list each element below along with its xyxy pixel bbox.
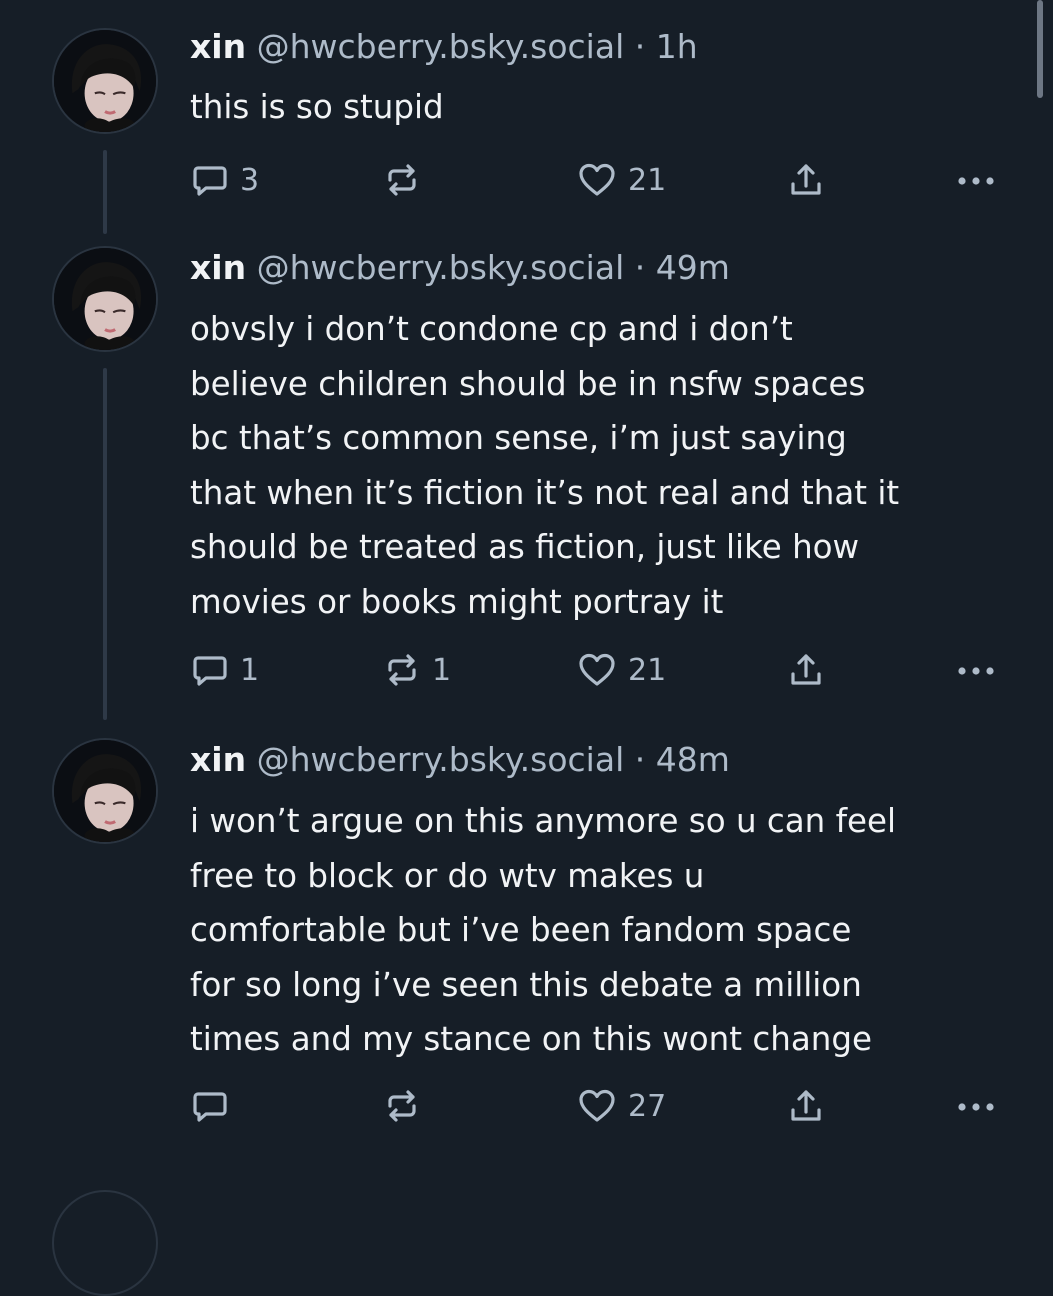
text-line: bc that’s common sense, i’m just saying bbox=[190, 419, 847, 457]
share-upload-icon bbox=[791, 164, 821, 195]
avatar[interactable] bbox=[52, 738, 158, 844]
like-button[interactable]: 21 bbox=[576, 158, 666, 202]
like-button[interactable]: 27 bbox=[576, 1084, 666, 1128]
action-bar: 1 1 21 bbox=[0, 648, 1053, 692]
repost-arrows-icon bbox=[388, 654, 416, 686]
more-options-button[interactable] bbox=[954, 648, 998, 692]
text-line: believe children should be in nsfw space… bbox=[190, 364, 866, 403]
reply-count: 1 bbox=[240, 652, 260, 688]
reply-button[interactable] bbox=[190, 1084, 240, 1128]
text-line: times and my stance on this wont change bbox=[190, 1020, 872, 1058]
text-line: should be treated as fiction, just like … bbox=[190, 528, 860, 566]
share-button[interactable] bbox=[786, 648, 826, 692]
timestamp[interactable]: 48m bbox=[656, 740, 730, 779]
next-post-avatar[interactable] bbox=[52, 1190, 158, 1296]
share-upload-icon bbox=[791, 1090, 821, 1121]
text-line: obvsly i don’t condone cp and i don’t bbox=[190, 310, 793, 348]
text-line: movies or books might portray it bbox=[190, 582, 724, 621]
avatar-photo bbox=[54, 30, 156, 132]
action-bar: 3 21 bbox=[0, 158, 1053, 202]
heart-icon bbox=[579, 163, 615, 196]
like-count: 27 bbox=[628, 1088, 667, 1124]
text-line: that when it’s fiction it’s not real and… bbox=[190, 473, 900, 512]
avatar-photo bbox=[54, 248, 156, 350]
post-header: xin @hwcberry.bsky.social · 49m bbox=[190, 248, 730, 288]
text-line: i won’t argue on this anymore so u can f… bbox=[190, 802, 897, 840]
repost-arrows-icon bbox=[388, 1090, 416, 1122]
reply-button[interactable]: 3 bbox=[190, 158, 259, 202]
heart-icon bbox=[579, 1089, 615, 1122]
like-button[interactable]: 21 bbox=[576, 648, 666, 692]
repost-arrows-icon bbox=[388, 164, 416, 196]
action-bar: 27 bbox=[0, 1084, 1053, 1128]
text-line: free to block or do wtv makes u bbox=[190, 856, 705, 895]
post-text: i won’t argue on this anymore so u can f… bbox=[190, 794, 1020, 1067]
speech-bubble-icon bbox=[193, 1092, 227, 1122]
reply-button[interactable]: 1 bbox=[190, 648, 259, 692]
share-button[interactable] bbox=[786, 158, 826, 202]
avatar-photo bbox=[54, 740, 156, 842]
speech-bubble-icon bbox=[193, 656, 227, 686]
reply-count: 3 bbox=[240, 162, 260, 198]
repost-button[interactable] bbox=[382, 158, 432, 202]
author-name[interactable]: xin bbox=[190, 27, 246, 66]
post-text: obvsly i don’t condone cp and i don’t be… bbox=[190, 302, 1020, 629]
share-upload-icon bbox=[791, 654, 821, 685]
timestamp[interactable]: 49m bbox=[656, 248, 730, 287]
separator: · bbox=[634, 740, 646, 779]
repost-button[interactable]: 1 bbox=[382, 648, 451, 692]
speech-bubble-icon bbox=[193, 166, 227, 196]
text-line: this is so stupid bbox=[190, 88, 444, 126]
author-name[interactable]: xin bbox=[190, 248, 246, 287]
ellipsis-icon bbox=[958, 177, 994, 185]
author-handle[interactable]: @hwcberry.bsky.social bbox=[257, 27, 625, 66]
like-count: 21 bbox=[628, 652, 667, 688]
like-count: 21 bbox=[628, 162, 667, 198]
text-line: comfortable but i’ve been fandom space bbox=[190, 911, 852, 949]
author-handle[interactable]: @hwcberry.bsky.social bbox=[257, 248, 625, 287]
timestamp[interactable]: 1h bbox=[656, 27, 698, 66]
post-header: xin @hwcberry.bsky.social · 48m bbox=[190, 740, 730, 780]
separator: · bbox=[634, 248, 646, 287]
author-name[interactable]: xin bbox=[190, 740, 246, 779]
separator: · bbox=[634, 27, 646, 66]
author-handle[interactable]: @hwcberry.bsky.social bbox=[257, 740, 625, 779]
more-options-button[interactable] bbox=[954, 158, 998, 202]
post-header: xin @hwcberry.bsky.social · 1h bbox=[190, 27, 698, 67]
avatar[interactable] bbox=[52, 28, 158, 134]
post-text: this is so stupid bbox=[190, 80, 1020, 135]
more-options-button[interactable] bbox=[954, 1084, 998, 1128]
ellipsis-icon bbox=[958, 1103, 994, 1111]
repost-button[interactable] bbox=[382, 1084, 432, 1128]
heart-icon bbox=[579, 653, 615, 686]
scrollbar[interactable] bbox=[1037, 0, 1043, 98]
avatar[interactable] bbox=[52, 246, 158, 352]
ellipsis-icon bbox=[958, 667, 994, 675]
share-button[interactable] bbox=[786, 1084, 826, 1128]
text-line: for so long i’ve seen this debate a mill… bbox=[190, 965, 862, 1004]
repost-count: 1 bbox=[432, 652, 452, 688]
